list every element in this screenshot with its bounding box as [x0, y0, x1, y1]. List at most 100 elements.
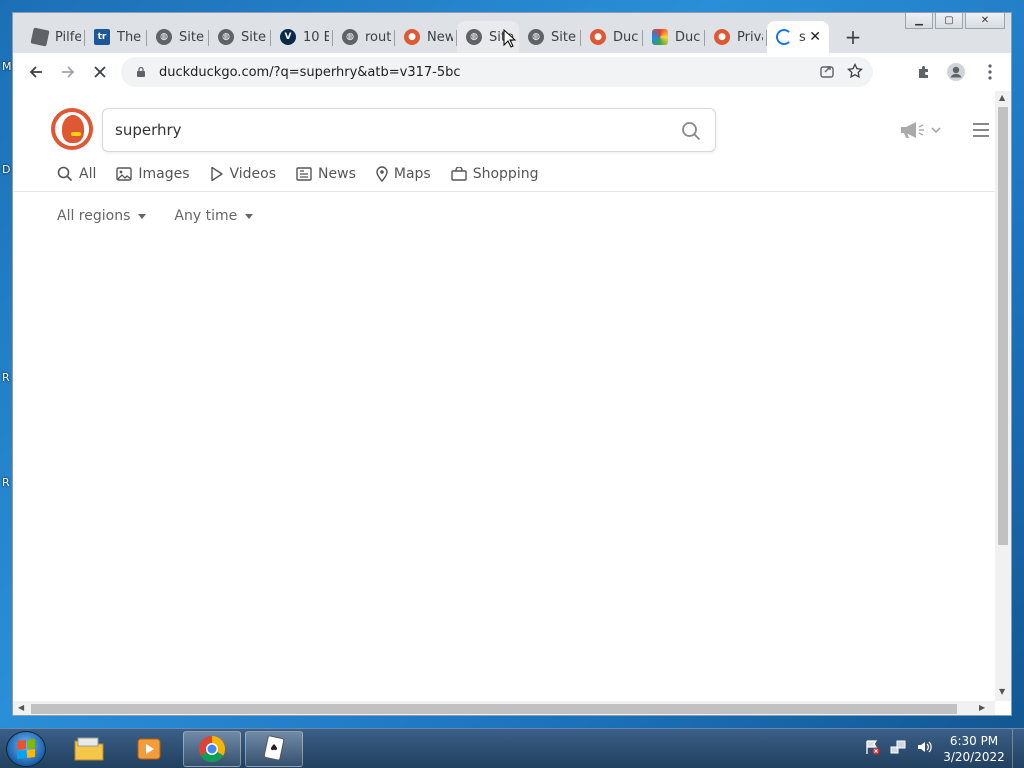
tab[interactable]: ◍ Site: [147, 21, 209, 53]
tab-title: Site: [551, 29, 576, 45]
tab-title: Duc: [613, 29, 639, 45]
search-box: [102, 108, 716, 152]
bookmark-star-icon[interactable]: [847, 63, 863, 79]
tab-active[interactable]: s ✕: [767, 21, 829, 53]
taskbar-solitaire[interactable]: [245, 731, 303, 767]
address-bar[interactable]: duckduckgo.com/?q=superhry&atb=v317-5bc: [121, 57, 873, 87]
roblox-icon: [30, 27, 50, 47]
arrow-right-icon: [62, 66, 75, 78]
desktop-icon-label: D: [2, 163, 11, 176]
duckduckgo-logo[interactable]: [51, 108, 93, 150]
share-icon[interactable]: [819, 63, 835, 79]
tab-maps[interactable]: Maps: [376, 163, 431, 185]
taskbar-chrome[interactable]: [183, 731, 241, 767]
globe-icon: ◍: [466, 29, 482, 45]
scroll-left-icon[interactable]: ◀: [18, 703, 24, 712]
puzzle-icon: [919, 66, 928, 78]
image-icon: [116, 167, 133, 181]
forward-button[interactable]: [55, 60, 81, 84]
tab-label: Shopping: [472, 166, 539, 182]
tab[interactable]: Pilfe: [23, 21, 85, 53]
vertical-scrollbar[interactable]: ▲ ▼: [995, 91, 1011, 701]
maximize-button[interactable]: ▢: [935, 13, 963, 29]
region-filter-dropdown[interactable]: All regions: [57, 208, 147, 224]
stop-loading-button[interactable]: [87, 60, 113, 84]
region-filter-label: All regions: [57, 208, 131, 224]
tab-news[interactable]: News: [296, 163, 356, 185]
profile-button[interactable]: [945, 61, 967, 83]
tab-title: Pilfe: [55, 29, 81, 45]
chrome-menu-button[interactable]: [979, 61, 1001, 83]
tab-label: Images: [138, 166, 190, 182]
tab-title: 10 E: [303, 29, 329, 45]
tab-title: Priva: [737, 29, 763, 45]
search-input[interactable]: [115, 118, 675, 142]
action-center-flag-icon[interactable]: [864, 739, 880, 755]
ddg-header: All Images Videos News Maps: [13, 91, 995, 192]
scroll-down-icon[interactable]: ▼: [999, 687, 1005, 696]
scrollbar-thumb[interactable]: [998, 107, 1008, 545]
desktop-icon-label: M: [2, 60, 12, 73]
tab-title: rout: [365, 29, 391, 45]
show-desktop-button[interactable]: [1012, 729, 1024, 768]
tab-title: s: [799, 29, 806, 45]
globe-icon: ◍: [156, 29, 172, 45]
tab[interactable]: ● New: [395, 21, 457, 53]
tab-images[interactable]: Images: [116, 163, 190, 185]
tab-title: Site: [179, 29, 204, 45]
kebab-menu-icon: [988, 64, 992, 80]
globe-icon: ◍: [528, 29, 544, 45]
time-filter-dropdown[interactable]: Any time: [174, 208, 254, 224]
search-icon: [57, 166, 73, 182]
time-filter-label: Any time: [174, 208, 238, 224]
caret-down-icon: [245, 213, 254, 219]
search-nav-tabs: All Images Videos News Maps Shopping: [57, 163, 538, 185]
close-tab-icon[interactable]: ✕: [809, 29, 821, 45]
tab[interactable]: ◍ Site: [519, 21, 581, 53]
tab[interactable]: ● Duc: [581, 21, 643, 53]
scroll-right-icon[interactable]: ▶: [979, 703, 985, 712]
volume-icon[interactable]: [916, 739, 932, 755]
hamburger-menu-icon[interactable]: [973, 123, 989, 137]
tab[interactable]: ◍ rout: [333, 21, 395, 53]
feedback-dropdown[interactable]: [899, 121, 941, 139]
taskbar-media-player[interactable]: [120, 731, 178, 767]
tab-label: All: [79, 166, 97, 182]
mouse-cursor-icon: [503, 29, 517, 48]
search-icon[interactable]: [681, 121, 701, 141]
taskbar-explorer[interactable]: [60, 731, 118, 767]
scrollbar-thumb[interactable]: [31, 704, 957, 714]
start-button[interactable]: [6, 731, 46, 767]
minimize-button[interactable]: ▁: [905, 13, 933, 29]
arrow-left-icon: [29, 66, 42, 78]
close-window-button[interactable]: ✕: [965, 13, 1005, 29]
tab[interactable]: ◍ Site: [209, 21, 271, 53]
vc-icon: V: [280, 29, 296, 45]
tab[interactable]: ● Priva: [705, 21, 767, 53]
tab-shopping[interactable]: Shopping: [451, 163, 539, 185]
web-page: All Images Videos News Maps: [13, 91, 1011, 715]
tab[interactable]: V 10 E: [271, 21, 333, 53]
url-text: duckduckgo.com/?q=superhry&atb=v317-5bc: [159, 64, 461, 80]
tab[interactable]: tr The: [85, 21, 147, 53]
globe-icon: ◍: [218, 29, 234, 45]
scroll-up-icon[interactable]: ▲: [999, 93, 1005, 102]
loading-spinner-icon: [776, 29, 792, 45]
search-filters: All regions Any time: [57, 208, 254, 224]
close-icon: [94, 66, 106, 78]
taskbar-clock[interactable]: 6:30 PM 3/20/2022: [938, 733, 1010, 765]
lock-icon: [137, 66, 145, 77]
extensions-button[interactable]: [913, 61, 935, 83]
tab-videos[interactable]: Videos: [210, 163, 276, 185]
tab[interactable]: Duc: [643, 21, 705, 53]
media-player-icon: [137, 738, 161, 760]
new-tab-button[interactable]: +: [841, 25, 865, 49]
newspaper-icon: [296, 167, 312, 181]
tab-all[interactable]: All: [57, 163, 96, 185]
network-icon[interactable]: [890, 739, 906, 755]
horizontal-scrollbar[interactable]: ◀ ▶: [13, 701, 995, 715]
back-button[interactable]: [23, 60, 49, 84]
window-controls: ▁ ▢ ✕: [905, 13, 1005, 29]
tab-title: Site: [241, 29, 266, 45]
windows-logo-icon: [17, 739, 35, 759]
